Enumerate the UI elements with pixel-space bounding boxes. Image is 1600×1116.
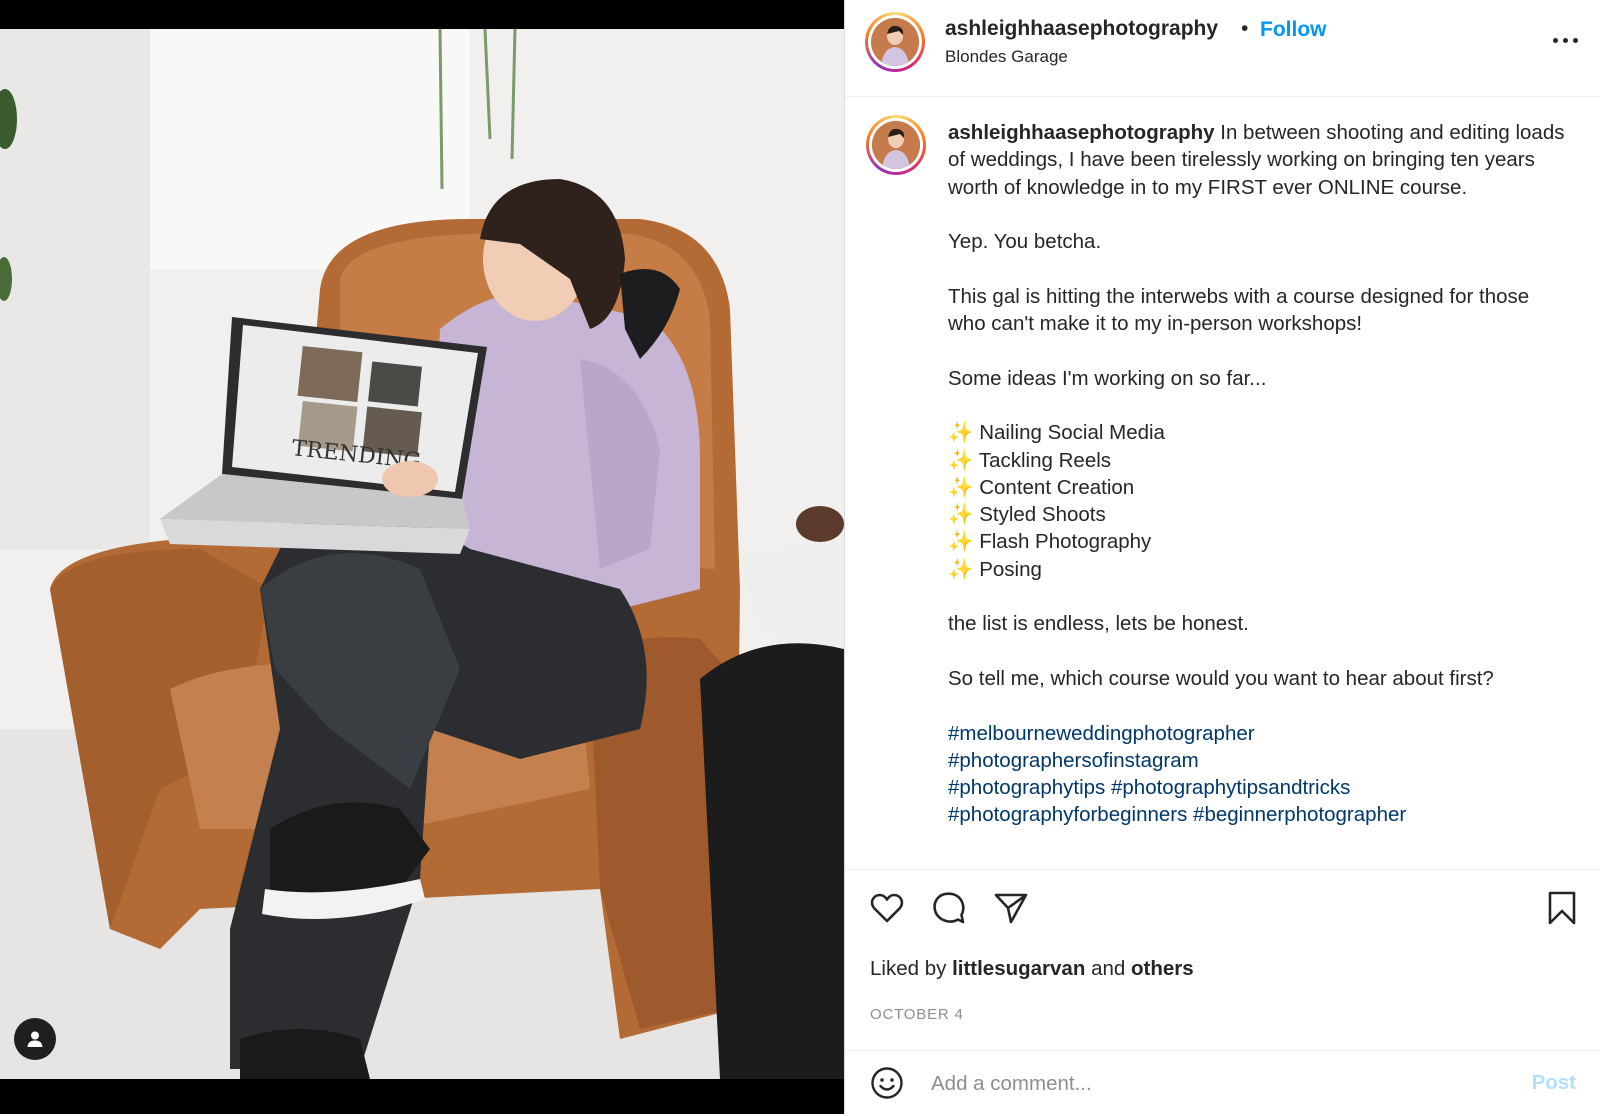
post-actions: Liked by littlesugarvan and others OCTOB… (845, 869, 1600, 1115)
hashtag-link[interactable]: #photographytips (948, 776, 1105, 799)
post-photo[interactable]: TRENDING (0, 29, 844, 1079)
caption-avatar[interactable] (866, 115, 926, 175)
like-heart-icon[interactable] (869, 890, 905, 926)
caption-area[interactable]: ashleighhaasephotography In between shoo… (845, 97, 1600, 869)
profile-photo-icon (872, 121, 920, 169)
post-header: ashleighhaasephotography • Follow Blonde… (845, 0, 1600, 97)
idea-item: ✨ Nailing Social Media (948, 421, 1165, 445)
idea-item: ✨ Flash Photography (948, 530, 1152, 554)
hashtag-link[interactable]: #photographyforbeginners (948, 803, 1187, 826)
liked-by-others-link[interactable]: others (1131, 957, 1194, 980)
hashtag-link[interactable]: #melbourneweddingphotographer (948, 722, 1255, 745)
more-options-icon[interactable] (1549, 34, 1582, 47)
post-details-panel: ashleighhaasephotography • Follow Blonde… (844, 0, 1600, 1114)
post-media: TRENDING (0, 0, 844, 1114)
idea-item: ✨ Tackling Reels (948, 448, 1112, 472)
caption-text: ashleighhaasephotography In between shoo… (948, 119, 1568, 829)
post-comment-button[interactable]: Post (1532, 1071, 1576, 1095)
save-bookmark-icon[interactable] (1544, 890, 1580, 926)
liked-by-user-link[interactable]: littlesugarvan (952, 957, 1085, 980)
comment-icon[interactable] (931, 890, 967, 926)
caption-line: This gal is hitting the interwebs with a… (948, 284, 1530, 336)
follow-button[interactable]: Follow (1260, 18, 1327, 42)
caption-line: Some ideas I'm working on so far... (948, 366, 1267, 390)
caption-line: the list is endless, lets be honest. (948, 612, 1249, 636)
comment-form: Post (845, 1050, 1600, 1116)
liked-by-text: Liked by littlesugarvan and others (870, 957, 1194, 981)
idea-item: ✨ Content Creation (948, 475, 1135, 499)
caption-line: So tell me, which course would you want … (948, 666, 1494, 690)
header-avatar[interactable] (865, 12, 925, 72)
caption-username[interactable]: ashleighhaasephotography (948, 121, 1215, 144)
hashtag-link[interactable]: #beginnerphotographer (1193, 803, 1406, 826)
user-icon (27, 1031, 43, 1047)
post-date[interactable]: OCTOBER 4 (870, 1006, 964, 1023)
comment-input[interactable] (929, 1065, 1493, 1103)
header-username[interactable]: ashleighhaasephotography (945, 17, 1218, 41)
header-separator: • (1241, 17, 1249, 40)
share-send-icon[interactable] (993, 890, 1029, 926)
location-link[interactable]: Blondes Garage (945, 47, 1068, 67)
profile-photo-icon (871, 18, 919, 66)
hashtag-link[interactable]: #photographytipsandtricks (1111, 776, 1350, 799)
hashtag-link[interactable]: #photographersofinstagram (948, 749, 1199, 772)
tagged-users-button[interactable] (14, 1018, 56, 1060)
idea-item: ✨ Styled Shoots (948, 503, 1106, 527)
emoji-icon[interactable] (869, 1065, 905, 1101)
liked-by-prefix: Liked by (870, 957, 947, 980)
liked-by-and: and (1091, 957, 1126, 980)
hashtags: #melbourneweddingphotographer #photograp… (948, 720, 1568, 829)
idea-item: ✨ Posing (948, 557, 1042, 581)
caption-line: Yep. You betcha. (948, 230, 1102, 254)
